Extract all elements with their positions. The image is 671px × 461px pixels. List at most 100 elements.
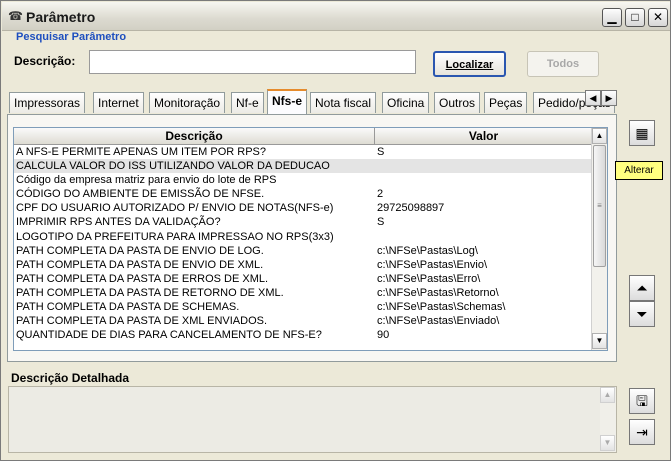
cell-descricao: Código da empresa matriz para envio do l… xyxy=(16,174,277,187)
chevron-up-icon: ▲ xyxy=(595,131,604,140)
tab-nfse[interactable]: Nfs-e xyxy=(267,89,308,114)
table-row[interactable]: A NFS-E PERMITE APENAS UM ITEM POR RPS? S xyxy=(14,145,592,159)
table-row[interactable]: PATH COMPLETA DA PASTA DE ENVIO DE XML. c… xyxy=(14,258,592,272)
move-up-icon: ⏶ xyxy=(636,280,648,296)
minimize-icon: ▁ xyxy=(607,10,617,24)
move-up-button[interactable]: ⏶ xyxy=(629,275,655,301)
detail-scroll-down-button[interactable]: ▼ xyxy=(600,435,615,451)
tab-scroll-left-button[interactable]: ◀ xyxy=(585,90,601,106)
cell-descricao: CÓDIGO DO AMBIENTE DE EMISSÃO DE NFSE. xyxy=(16,188,265,201)
app-icon: ☎ xyxy=(8,9,23,23)
cell-valor: c:\NFSe\Pastas\Enviado\ xyxy=(377,315,500,328)
parametro-window: ☎ Parâmetro ▁ □ ✕ Pesquisar Parâmetro De… xyxy=(0,0,671,461)
scroll-up-button[interactable]: ▲ xyxy=(592,128,607,144)
move-down-button[interactable]: ⏷ xyxy=(629,301,655,327)
scroll-thumb[interactable]: ≡ xyxy=(593,145,606,267)
cell-valor: 29725098897 xyxy=(377,202,445,215)
cell-valor: c:\NFSe\Pastas\Envio\ xyxy=(377,258,488,271)
save-button[interactable]: 🖫 xyxy=(629,388,655,414)
column-header-descricao[interactable]: Descrição xyxy=(14,128,375,145)
detail-description-label: Descrição Detalhada xyxy=(11,371,130,385)
scroll-down-button[interactable]: ▼ xyxy=(592,333,607,349)
tab-nfe[interactable]: Nf-e xyxy=(231,92,264,113)
minimize-button[interactable]: ▁ xyxy=(602,8,622,27)
cell-descricao: PATH COMPLETA DA PASTA DE RETORNO DE XML… xyxy=(16,286,284,299)
save-icon: 🖫 xyxy=(636,393,648,409)
search-section-label: Pesquisar Parâmetro xyxy=(16,31,127,43)
tab-nota-fiscal[interactable]: Nota fiscal xyxy=(310,92,377,113)
cell-valor: S xyxy=(377,216,385,229)
todos-button[interactable]: Todos xyxy=(527,51,599,77)
tab-internet[interactable]: Internet xyxy=(93,92,144,113)
table-row[interactable]: CPF DO USUARIO AUTORIZADO P/ ENVIO DE NO… xyxy=(14,201,592,215)
tab-scroll-right-button[interactable]: ▶ xyxy=(601,90,617,106)
window-title: Parâmetro xyxy=(26,9,96,25)
table-row[interactable]: LOGOTIPO DA PREFEITURA PARA IMPRESSAO NO… xyxy=(14,230,592,244)
chevron-left-icon: ◀ xyxy=(589,93,597,103)
cell-descricao: LOGOTIPO DA PREFEITURA PARA IMPRESSAO NO… xyxy=(16,230,334,243)
description-label: Descrição: xyxy=(14,54,76,68)
tab-strip: Impressoras Internet Monitoração Nf-e Nf… xyxy=(7,89,619,114)
table-row[interactable]: PATH COMPLETA DA PASTA DE ERROS DE XML. c… xyxy=(14,272,592,286)
cell-descricao: IMPRIMIR RPS ANTES DA VALIDAÇÃO? xyxy=(16,216,221,229)
table-row[interactable]: CÓDIGO DO AMBIENTE DE EMISSÃO DE NFSE. 2 xyxy=(14,187,592,201)
detail-scroll-up-button[interactable]: ▲ xyxy=(600,387,615,403)
localizar-button[interactable]: Localizar xyxy=(433,51,506,77)
table-row[interactable]: QUANTIDADE DE DIAS PARA CANCELAMENTO DE … xyxy=(14,328,592,342)
cell-descricao: PATH COMPLETA DA PASTA DE XML ENVIADOS. xyxy=(16,315,268,328)
cell-valor: S xyxy=(377,146,385,158)
cell-valor: c:\NFSe\Pastas\Log\ xyxy=(377,244,478,257)
cell-valor xyxy=(375,159,592,173)
tab-pecas[interactable]: Peças xyxy=(484,92,528,113)
edit-grid-icon: ▦ xyxy=(635,125,649,141)
move-down-icon: ⏷ xyxy=(636,306,648,322)
cell-valor: c:\NFSe\Pastas\Retorno\ xyxy=(377,286,499,299)
cell-descricao: CALCULA VALOR DO ISS UTILIZANDO VALOR DA… xyxy=(16,160,330,173)
detail-vertical-scrollbar[interactable]: ▲ ▼ xyxy=(600,387,616,452)
exit-button[interactable]: ⇥ xyxy=(629,419,655,445)
exit-icon: ⇥ xyxy=(636,424,648,440)
edit-button[interactable]: ▦ xyxy=(629,120,655,146)
chevron-down-icon: ▼ xyxy=(603,438,612,447)
cell-valor: 90 xyxy=(377,329,390,342)
cell-descricao: CPF DO USUARIO AUTORIZADO P/ ENVIO DE NO… xyxy=(16,202,334,215)
description-search-input[interactable] xyxy=(89,50,416,74)
table-row-selected[interactable]: CALCULA VALOR DO ISS UTILIZANDO VALOR DA… xyxy=(14,159,592,174)
chevron-right-icon: ▶ xyxy=(605,93,613,103)
cell-valor: c:\NFSe\Pastas\Schemas\ xyxy=(377,301,506,314)
grid-rows: A NFS-E PERMITE APENAS UM ITEM POR RPS? S… xyxy=(14,145,592,342)
cell-descricao: PATH COMPLETA DA PASTA DE ENVIO DE XML. xyxy=(16,258,264,271)
chevron-down-icon: ▼ xyxy=(595,336,604,345)
tab-impressoras[interactable]: Impressoras xyxy=(9,92,86,113)
table-row[interactable]: PATH COMPLETA DA PASTA DE ENVIO DE LOG. c… xyxy=(14,244,592,258)
cell-valor: 2 xyxy=(377,188,384,201)
close-button[interactable]: ✕ xyxy=(648,8,668,27)
cell-descricao: A NFS-E PERMITE APENAS UM ITEM POR RPS? xyxy=(16,146,266,158)
cell-valor xyxy=(375,173,592,187)
alterar-tooltip: Alterar xyxy=(615,161,663,180)
table-row[interactable]: PATH COMPLETA DA PASTA DE SCHEMAS. c:\NFS… xyxy=(14,300,592,314)
title-bar[interactable]: ☎ Parâmetro ▁ □ ✕ xyxy=(2,2,670,31)
cell-valor: c:\NFSe\Pastas\Erro\ xyxy=(377,272,481,285)
grid-vertical-scrollbar[interactable]: ▲ ≡ ▼ xyxy=(591,128,607,350)
grid-header: Descrição Valor xyxy=(14,128,592,145)
maximize-button[interactable]: □ xyxy=(625,8,645,27)
tab-monitoracao[interactable]: Monitoração xyxy=(149,92,226,113)
maximize-icon: □ xyxy=(631,10,639,24)
cell-descricao: PATH COMPLETA DA PASTA DE ERROS DE XML. xyxy=(16,272,269,285)
close-icon: ✕ xyxy=(652,10,664,24)
cell-descricao: QUANTIDADE DE DIAS PARA CANCELAMENTO DE … xyxy=(16,329,322,342)
table-row[interactable]: IMPRIMIR RPS ANTES DA VALIDAÇÃO? S xyxy=(14,215,592,229)
cell-descricao: PATH COMPLETA DA PASTA DE SCHEMAS. xyxy=(16,301,240,314)
cell-descricao: PATH COMPLETA DA PASTA DE ENVIO DE LOG. xyxy=(16,244,264,257)
tab-oficina[interactable]: Oficina xyxy=(382,92,430,113)
tab-outros[interactable]: Outros xyxy=(434,92,481,113)
table-row[interactable]: PATH COMPLETA DA PASTA DE RETORNO DE XML… xyxy=(14,286,592,300)
parameters-grid[interactable]: Descrição Valor A NFS-E PERMITE APENAS U… xyxy=(13,127,608,351)
column-header-valor[interactable]: Valor xyxy=(375,128,592,145)
cell-valor xyxy=(375,230,592,244)
table-row[interactable]: PATH COMPLETA DA PASTA DE XML ENVIADOS. c… xyxy=(14,314,592,328)
detail-description-textarea[interactable]: ▲ ▼ xyxy=(8,386,617,453)
chevron-up-icon: ▲ xyxy=(603,390,612,399)
table-row[interactable]: Código da empresa matriz para envio do l… xyxy=(14,173,592,187)
